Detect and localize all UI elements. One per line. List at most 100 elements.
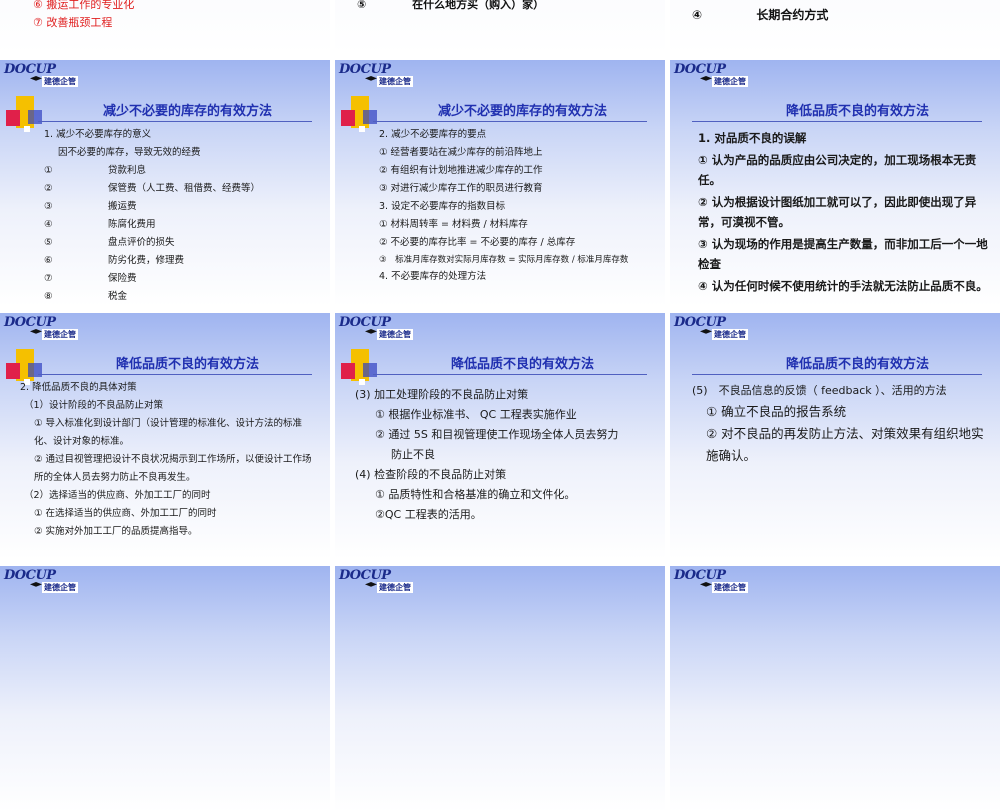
top-center-text: 在什么地方买（购入）家） (412, 0, 545, 11)
text-line: 3. 设定不必要库存的指数目标 (379, 201, 506, 212)
list-item: ④ 陈腐化费用 (44, 216, 324, 234)
text-line: （1）设计阶段的不良品防止对策 (24, 400, 164, 411)
decorative-blocks-icon (341, 349, 381, 387)
list-number: ③ (44, 201, 53, 212)
slide-title: 降低品质不良的有效方法 (115, 357, 259, 372)
title-divider (373, 374, 647, 375)
text-line: 2. 减少不必要库存的要点 (379, 129, 487, 140)
slide-title: 降低品质不良的有效方法 (785, 104, 929, 119)
title-divider (38, 121, 312, 122)
slide-bottom-center: DOCUP 建德企管 (335, 566, 665, 812)
list-text: 陈腐化费用 (108, 219, 156, 230)
feedback-list: (5) 不良品信息的反馈（ feedback ）、活用的方法 ① 确立不良品的报告… (692, 381, 988, 467)
title-divider (692, 121, 982, 122)
text-line: (5) 不良品信息的反馈（ feedback ）、活用的方法 (692, 384, 947, 397)
text-line: ① 经营者要站在减少库存的前沿阵地上 (379, 147, 543, 158)
list-number: ⑧ (44, 291, 53, 302)
slide-6: DOCUP 建德企管 降低品质不良的有效方法 (5) 不良品信息的反馈（ fee… (670, 313, 1000, 559)
list-item: ⑦ 保险费 (44, 270, 324, 288)
decorative-blocks-icon (6, 96, 46, 134)
list-text: 税金 (108, 291, 128, 302)
slide-top-left: ⑥ 搬运工作的专业化 ⑦ 改善瓶颈工程 (0, 0, 330, 54)
text-line: ② 不必要的库存比率 = 不必要的库存 / 总库存 (379, 237, 576, 248)
list-text: 保险费 (108, 273, 137, 284)
cost-list: ① 贷款利息 ② 保管费（人工费、租借费、经费等） ③ 搬运费 ④ 陈腐化费用 ⑤ 盘点评价的损失… (44, 162, 324, 306)
list-number: ① (44, 165, 53, 176)
list-item: ⑧ 税金 (44, 288, 324, 306)
text-line: (4) 检查阶段的不良品防止对策 (355, 468, 507, 481)
slide-5: DOCUP 建德企管 降低品质不良的有效方法 (3) 加工处理阶段的不良品防止对… (335, 313, 665, 559)
list-item: ② 认为根据设计图纸加工就可以了，因此即使出现了异常，可漠视不管。 (698, 195, 977, 229)
process-measures-list: (3) 加工处理阶段的不良品防止对策 ① 根据作业标准书、 QC 工程表实施作业 ②… (355, 385, 655, 525)
list-item: ④ 认为任何时候不使用统计的手法就无法防止品质不良。 (698, 279, 988, 293)
countermeasures-list: 2. 降低品质不良的具体对策 （1）设计阶段的不良品防止对策 ① 导入标准化到设计部… (20, 379, 320, 541)
text-line: ② 实施对外加工工厂的品质提高指导。 (34, 526, 198, 537)
top-right-text: 长期合约方式 (756, 8, 829, 22)
logo: DOCUP 建德企管 (339, 568, 413, 593)
top-right-num: ④ (692, 8, 703, 22)
list-number: ⑦ (44, 273, 53, 284)
slide-1: DOCUP 建德企管 减少不必要的库存的有效方法 1. 减少不必要库存的意义 因… (0, 60, 330, 306)
top-left-line-2: ⑦ 改善瓶颈工程 (33, 16, 113, 29)
slide-4: DOCUP 建德企管 降低品质不良的有效方法 2. 降低品质不良的具体对策 （1）… (0, 313, 330, 559)
text-line: ① 导入标准化到设计部门（设计管理的标准化、设计方法的标准化、设计对象的标准。 (34, 418, 303, 447)
text-line: ③ 标准月库存数对实际月库存数 = 实际月库存数 / 标准月库存数 (379, 255, 629, 265)
text-line: ② 通过 5S 和目视管理使工作现场全体人员去努力 (375, 428, 619, 441)
text-line: ① 材料周转率 = 材料费 / 材料库存 (379, 219, 528, 230)
slide-title: 减少不必要的库存的有效方法 (437, 104, 607, 119)
list-item: ③ 搬运费 (44, 198, 324, 216)
list-item: ① 贷款利息 (44, 162, 324, 180)
text-line: ① 在选择适当的供应商、外加工工厂的同时 (34, 508, 217, 519)
logo: DOCUP 建德企管 (674, 315, 748, 340)
slide-heading: 1. 减少不必要库存的意义 (44, 129, 152, 140)
list-number: ⑥ (44, 255, 53, 266)
text-line: ② 对不良品的再发防止方法、对策效果有组织地实施确认。 (706, 426, 984, 463)
list-item: ② 保管费（人工费、租借费、经费等） (44, 180, 324, 198)
text-line: 2. 降低品质不良的具体对策 (20, 382, 137, 393)
logo: DOCUP 建德企管 (4, 62, 78, 87)
inventory-points-list: 2. 减少不必要库存的要点 ① 经营者要站在减少库存的前沿阵地上 ② 有组织有计划地… (379, 126, 657, 252)
decorative-blocks-icon (341, 96, 381, 134)
logo: DOCUP 建德企管 (4, 568, 78, 593)
top-left-line-1: ⑥ 搬运工作的专业化 (33, 0, 135, 11)
title-divider (692, 374, 982, 375)
slide-top-right: ④ 长期合约方式 (670, 0, 1000, 54)
text-line: ① 确立不良品的报告系统 (706, 404, 847, 419)
logo: DOCUP 建德企管 (4, 315, 78, 340)
slide-title: 降低品质不良的有效方法 (785, 357, 929, 372)
slide-top-center: ⑤ 在什么地方买（购入）家） (335, 0, 665, 54)
slide-title: 降低品质不良的有效方法 (450, 357, 594, 372)
text-line: ① 品质特性和合格基准的确立和文件化。 (375, 488, 576, 501)
list-item: ① 认为产品的品质应由公司决定的，加工现场根本无责任。 (698, 153, 977, 187)
slide-title: 减少不必要的库存的有效方法 (102, 104, 272, 119)
slide-bottom-right: DOCUP 建德企管 (670, 566, 1000, 812)
title-divider (38, 374, 312, 375)
list-number: ④ (44, 219, 53, 230)
text-line: ②QC 工程表的活用。 (375, 508, 482, 521)
list-item: ③ 认为现场的作用是提高生产数量，而非加工后一个一地检查 (698, 237, 988, 271)
logo: DOCUP 建德企管 (339, 62, 413, 87)
text-line: ① 根据作业标准书、 QC 工程表实施作业 (375, 408, 577, 421)
text-line: （2）选择适当的供应商、外加工工厂的同时 (24, 490, 211, 501)
slide-2: DOCUP 建德企管 减少不必要的库存的有效方法 2. 减少不必要库存的要点 ① … (335, 60, 665, 306)
list-item: ⑤ 盘点评价的损失 (44, 234, 324, 252)
title-divider (373, 121, 647, 122)
list-text: 保管费（人工费、租借费、经费等） (108, 183, 261, 194)
list-item: ⑥ 防劣化费，修理费 (44, 252, 324, 270)
text-line: ② 通过目视管理把设计不良状况揭示到工作场所，以便设计工作场所的全体人员去努力防… (34, 454, 312, 483)
list-text: 盘点评价的损失 (108, 237, 175, 248)
slide-heading: 1. 对品质不良的误解 (698, 131, 807, 145)
list-text: 搬运费 (108, 201, 137, 212)
text-line: ③ 对进行减少库存工作的职员进行教育 (379, 183, 543, 194)
text-line: 4. 不必要库存的处理方法 (379, 271, 487, 282)
list-text: 贷款利息 (108, 165, 147, 176)
logo: DOCUP 建德企管 (339, 315, 413, 340)
text-line: ② 有组织有计划地推进减少库存的工作 (379, 165, 543, 176)
top-center-num: ⑤ (357, 0, 367, 11)
slide-intro: 因不必要的库存，导致无效的经费 (58, 147, 201, 158)
text-line: (3) 加工处理阶段的不良品防止对策 (355, 388, 529, 401)
slide-3: DOCUP 建德企管 降低品质不良的有效方法 1. 对品质不良的误解 ① 认为产… (670, 60, 1000, 306)
list-number: ⑤ (44, 237, 53, 248)
logo: DOCUP 建德企管 (674, 62, 748, 87)
text-line: 防止不良 (391, 448, 435, 461)
